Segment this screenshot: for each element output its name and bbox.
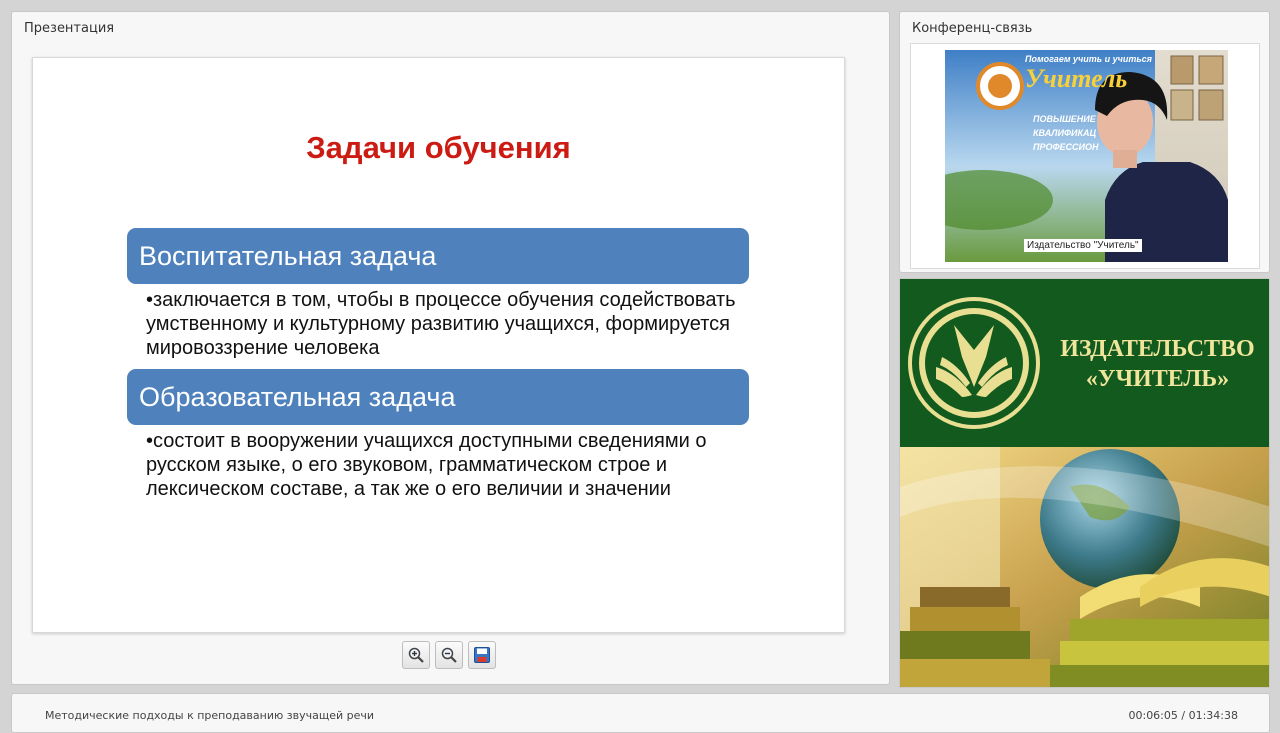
video-caption: Издательство "Учитель" — [1024, 239, 1142, 252]
books-globe-image — [900, 447, 1269, 687]
publisher-logo-panel: ИЗДАТЕЛЬСТВО «УЧИТЕЛЬ» — [899, 278, 1270, 688]
banner-brand: Учитель — [1025, 64, 1128, 93]
presentation-panel-title: Презентация — [24, 21, 115, 36]
zoom-out-button[interactable] — [435, 641, 463, 669]
banner-bullet-1: ПОВЫШЕНИЕ — [1033, 114, 1096, 124]
banner-bullet-3: ПРОФЕССИОН — [1033, 142, 1099, 152]
conference-panel-title: Конференц-связь — [912, 21, 1033, 36]
webinar-title: Методические подходы к преподаванию звуч… — [45, 709, 375, 722]
presentation-panel: Презентация Задачи обучения Воспитательн… — [11, 11, 890, 685]
slide-title: Задачи обучения — [306, 130, 571, 165]
banner-bullets: ПОВЫШЕНИЕ КВАЛИФИКАЦ ПРОФЕССИОН — [1033, 112, 1098, 154]
webcam-video[interactable]: Помогаем учить и учиться Учитель ПОВЫШЕН… — [945, 50, 1228, 262]
publisher-emblem-icon — [908, 297, 1040, 429]
conference-panel: Конференц-связь Помогаем учить и учиться… — [899, 11, 1270, 273]
zoom-in-button[interactable] — [402, 641, 430, 669]
zoom-toolbar — [402, 641, 496, 669]
zoom-in-icon — [408, 647, 424, 663]
publisher-name-line2: «УЧИТЕЛЬ» — [1085, 366, 1230, 392]
video-frame: Помогаем учить и учиться Учитель ПОВЫШЕН… — [910, 43, 1260, 269]
footer-bar: Методические подходы к преподаванию звуч… — [11, 693, 1270, 733]
banner-slogan: Помогаем учить и учиться — [1025, 54, 1152, 64]
task-text-upbringing: •заключается в том, чтобы в процессе обу… — [146, 289, 736, 359]
zoom-out-icon — [441, 647, 457, 663]
publisher-name: ИЗДАТЕЛЬСТВО «УЧИТЕЛЬ» — [1050, 334, 1265, 394]
save-button[interactable] — [468, 641, 496, 669]
publisher-logo-header: ИЗДАТЕЛЬСТВО «УЧИТЕЛЬ» — [900, 279, 1269, 447]
publisher-name-line1: ИЗДАТЕЛЬСТВО — [1060, 336, 1255, 362]
floppy-disk-icon — [474, 647, 490, 663]
task-heading-education: Образовательная задача — [127, 369, 749, 425]
task-text-education: •состоит в вооружении учащихся доступным… — [146, 430, 707, 500]
playback-time: 00:06:05 / 01:34:38 — [1128, 709, 1238, 722]
slide: Задачи обучения Воспитательная задача •з… — [32, 57, 845, 633]
banner-bullet-2: КВАЛИФИКАЦ — [1033, 128, 1097, 138]
task-heading-upbringing: Воспитательная задача — [127, 228, 749, 284]
